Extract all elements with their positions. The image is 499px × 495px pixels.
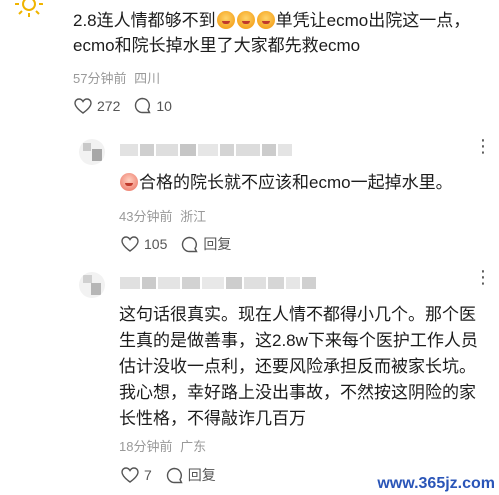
grinning-emoji-icon <box>216 11 235 29</box>
more-dots-icon[interactable]: ⋮ <box>474 267 493 288</box>
avatar-top[interactable] <box>14 0 44 24</box>
like-count: 272 <box>97 97 121 114</box>
comment-3-meta: 18分钟前 广东 <box>119 436 206 455</box>
reply-button[interactable]: 回复 <box>166 465 216 485</box>
comment-1-location: 四川 <box>134 71 161 86</box>
username-redacted <box>120 277 316 289</box>
reply-count: 10 <box>156 97 172 114</box>
comment-1-line1: 2.8连人情都够不到 <box>73 11 216 30</box>
like-count: 7 <box>144 467 152 483</box>
sun-avatar-icon <box>15 0 43 17</box>
comment-3-text: 这句话很真实。现在人情不都得小几个。那个医 生真的是做善事，这2.8w下来每个医… <box>119 302 497 432</box>
comment-icon <box>135 97 151 114</box>
reply-label: 回复 <box>187 467 216 483</box>
like-button[interactable]: 7 <box>121 467 152 483</box>
comment-2-time: 43分钟前 <box>119 209 173 224</box>
comment-1-line1b: 单凭让ecmo出院这一点， <box>275 11 471 30</box>
more-dots-icon[interactable]: ⋮ <box>474 136 493 157</box>
reply-count-button[interactable]: 10 <box>134 97 172 114</box>
grinning-emoji-icon <box>236 11 255 29</box>
avatar-comment-3[interactable] <box>79 272 105 298</box>
like-button[interactable]: 272 <box>74 98 120 114</box>
comment-3-line2: 生真的是做善事，这2.8w下来每个医护工作人员 <box>119 331 478 350</box>
comment-1-text: 2.8连人情都够不到 单凭让ecmo出院这一点， ecmo和院长掉水里了大家都先救… <box>73 8 493 58</box>
grinning-emoji-icon <box>256 11 275 29</box>
comment-2-meta: 43分钟前 浙江 <box>119 206 206 225</box>
comment-2-body: 合格的院长就不应该和ecmo一起掉水里。 <box>139 173 453 192</box>
comment-3-line3: 估计没收一点利，还要风险承担反而被家长坑。 <box>119 357 476 376</box>
comment-1-meta: 57分钟前 四川 <box>73 68 160 87</box>
heart-icon <box>74 97 92 114</box>
reply-button[interactable]: 回复 <box>181 234 231 254</box>
comment-3-line5: 长性格，不得敲诈几百万 <box>119 409 306 428</box>
comment-1-line2: ecmo和院长掉水里了大家都先救ecmo <box>73 36 361 55</box>
comment-icon <box>166 467 183 483</box>
comment-3-actions: 7 回复 <box>121 465 230 485</box>
comment-2-text: 合格的院长就不应该和ecmo一起掉水里。 <box>119 170 489 195</box>
comment-2-location: 浙江 <box>180 209 207 224</box>
watermark: www.365jz.com <box>377 475 495 492</box>
comment-3-line1: 这句话很真实。现在人情不都得小几个。那个医 <box>119 305 476 324</box>
heart-icon <box>121 236 139 252</box>
comment-1-time: 57分钟前 <box>73 71 127 86</box>
heart-icon <box>121 467 139 483</box>
comment-2-actions: 105 回复 <box>121 234 245 254</box>
reply-label: 回复 <box>203 236 232 252</box>
like-button[interactable]: 105 <box>121 236 167 252</box>
username-redacted <box>120 144 292 156</box>
comment-1-actions: 272 10 <box>74 97 186 114</box>
comment-3-time: 18分钟前 <box>119 439 173 454</box>
comment-3-location: 广东 <box>180 439 207 454</box>
avatar-comment-2[interactable] <box>79 139 105 165</box>
like-count: 105 <box>144 236 168 252</box>
crying-emoji-icon <box>120 173 138 191</box>
comment-icon <box>182 236 198 252</box>
comment-3-line4: 我心想，幸好路上没出事故，不然按这阴险的家 <box>119 383 476 402</box>
